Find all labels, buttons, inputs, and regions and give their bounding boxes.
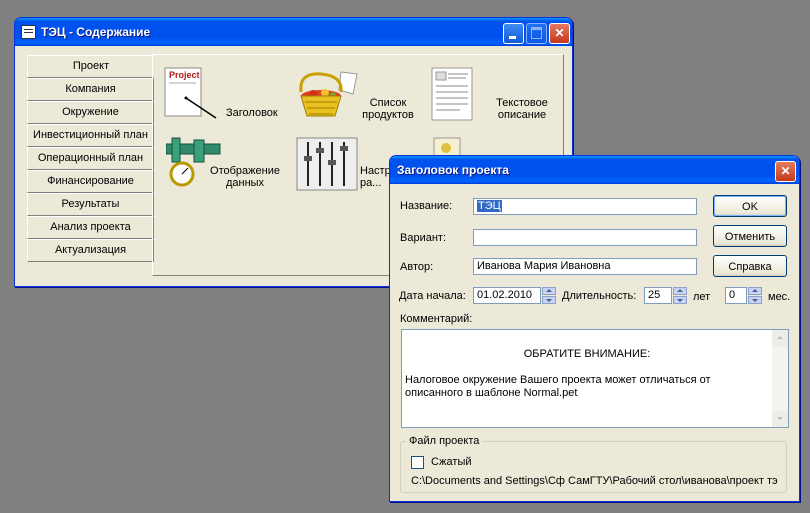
chevron-up-icon[interactable] — [673, 287, 687, 295]
tile-label-products[interactable]: Список продуктов — [358, 97, 418, 121]
products-basket-icon[interactable] — [295, 68, 359, 124]
nav-item-project-analysis[interactable]: Анализ проекта — [27, 216, 154, 239]
chevron-up-icon[interactable] — [748, 287, 762, 295]
nav-item-project[interactable]: Проект — [27, 55, 154, 78]
author-field[interactable]: Иванова Мария Ивановна — [473, 258, 697, 275]
chevron-down-icon[interactable] — [673, 296, 687, 304]
start-date-field[interactable]: 01.02.2010 — [473, 287, 541, 304]
duration-months-field[interactable]: 0 — [725, 287, 747, 304]
project-icon-caption: Project — [169, 70, 200, 80]
app-icon — [21, 25, 36, 39]
nav-item-results[interactable]: Результаты — [27, 193, 154, 216]
dialog-title: Заголовок проекта — [397, 163, 509, 177]
variant-field[interactable] — [473, 229, 697, 246]
comment-scrollbar[interactable] — [772, 330, 788, 427]
comment-body: Налоговое окружение Вашего проекта может… — [405, 374, 711, 399]
help-button[interactable]: Справка — [713, 255, 787, 277]
text-description-icon[interactable] — [430, 66, 474, 122]
close-button[interactable]: ✕ — [549, 23, 570, 44]
tile-label-header[interactable]: Заголовок — [226, 107, 278, 119]
author-label: Автор: — [400, 261, 434, 273]
nav-item-actualization[interactable]: Актуализация — [27, 239, 154, 262]
duration-years-spinner[interactable] — [673, 287, 687, 304]
chevron-up-icon[interactable] — [542, 287, 556, 295]
scroll-down-icon[interactable] — [772, 411, 788, 427]
variant-label: Вариант: — [400, 232, 447, 244]
nav-item-investment-plan[interactable]: Инвестиционный план — [27, 124, 154, 147]
ok-button[interactable]: OK — [713, 195, 787, 217]
name-field[interactable]: ТЭЦ — [473, 198, 697, 215]
comment-textarea[interactable]: ОБРАТИТЕ ВНИМАНИЕ: Налоговое окружение В… — [401, 329, 789, 428]
comment-label: Комментарий: — [400, 313, 473, 325]
partial-tile-icon[interactable] — [432, 136, 462, 156]
main-titlebar[interactable]: ТЭЦ - Содержание ✕ — [15, 18, 572, 46]
tile-label-text-description[interactable]: Текстовое описание — [490, 97, 554, 121]
minimize-button[interactable] — [503, 23, 524, 44]
chevron-down-icon[interactable] — [542, 296, 556, 304]
name-label: Название: — [400, 200, 453, 212]
duration-months-spinner[interactable] — [748, 287, 762, 304]
months-unit-label: мес. — [768, 291, 791, 303]
dialog-titlebar[interactable]: Заголовок проекта ✕ — [390, 156, 799, 184]
chevron-down-icon[interactable] — [748, 296, 762, 304]
settings-sliders-icon[interactable] — [296, 136, 360, 192]
scroll-up-icon[interactable] — [772, 330, 788, 346]
file-path-text: C:\Documents and Settings\Сф СамГТУ\Рабо… — [411, 475, 778, 487]
years-unit-label: лет — [693, 291, 711, 303]
duration-label: Длительность: — [562, 290, 637, 302]
name-field-value: ТЭЦ — [477, 200, 502, 212]
compressed-checkbox[interactable] — [411, 456, 424, 469]
project-file-group-title: Файл проекта — [406, 435, 483, 447]
nav-item-financing[interactable]: Финансирование — [27, 170, 154, 193]
start-date-spinner[interactable] — [542, 287, 556, 304]
tile-label-data-display[interactable]: Отображение данных — [205, 165, 285, 189]
compressed-label[interactable]: Сжатый — [431, 456, 472, 468]
cancel-button[interactable]: Отменить — [713, 225, 787, 247]
project-header-icon[interactable]: Project — [164, 66, 220, 122]
nav-item-company[interactable]: Компания — [27, 78, 154, 101]
maximize-button[interactable] — [526, 23, 547, 44]
main-window-title: ТЭЦ - Содержание — [41, 25, 151, 39]
nav-item-environment[interactable]: Окружение — [27, 101, 154, 124]
duration-years-field[interactable]: 25 — [644, 287, 672, 304]
dialog-close-button[interactable]: ✕ — [775, 161, 796, 182]
start-date-label: Дата начала: — [399, 290, 466, 302]
nav-item-operational-plan[interactable]: Операционный план — [27, 147, 154, 170]
comment-heading: ОБРАТИТЕ ВНИМАНИЕ: — [523, 348, 651, 360]
